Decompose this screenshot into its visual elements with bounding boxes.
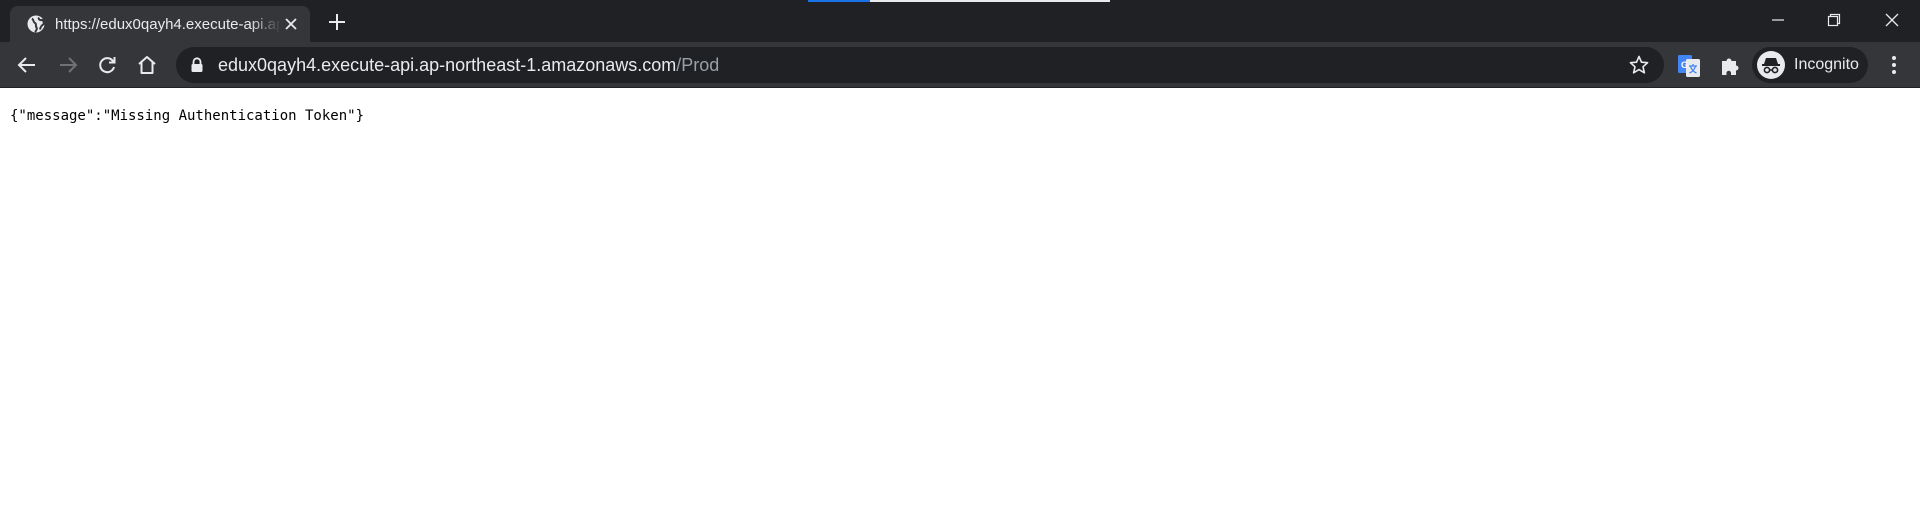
close-icon[interactable] bbox=[282, 15, 300, 33]
url-host: edux0qayh4.execute-api.ap-northeast-1.am… bbox=[218, 55, 677, 75]
home-button[interactable] bbox=[132, 50, 162, 80]
star-icon[interactable] bbox=[1628, 54, 1650, 76]
google-translate-icon[interactable]: G bbox=[1677, 54, 1701, 78]
restore-icon bbox=[1827, 13, 1841, 27]
json-response-body: {"message":"Missing Authentication Token… bbox=[10, 108, 365, 124]
minimize-icon bbox=[1772, 19, 1784, 21]
globe-icon bbox=[26, 14, 46, 34]
incognito-icon bbox=[1757, 51, 1785, 79]
forward-button[interactable] bbox=[53, 50, 83, 80]
minimize-button[interactable] bbox=[1750, 0, 1806, 40]
arrow-right-icon bbox=[60, 57, 78, 73]
reload-icon bbox=[99, 57, 116, 74]
kebab-menu-icon[interactable] bbox=[1880, 51, 1908, 79]
close-icon bbox=[1885, 13, 1899, 27]
arrow-left-icon bbox=[17, 57, 35, 73]
restore-button[interactable] bbox=[1806, 0, 1862, 40]
puzzle-icon[interactable] bbox=[1718, 54, 1742, 78]
new-tab-button[interactable] bbox=[324, 9, 350, 35]
plus-icon bbox=[329, 14, 345, 30]
drag-indicator bbox=[808, 0, 1110, 2]
back-button[interactable] bbox=[12, 50, 42, 80]
profile-incognito-button[interactable]: Incognito bbox=[1752, 47, 1868, 83]
tab-strip: https://edux0qayh4.execute-api.ap-northe… bbox=[0, 0, 1920, 42]
tab-active[interactable]: https://edux0qayh4.execute-api.ap-northe… bbox=[10, 6, 310, 42]
url-text[interactable]: edux0qayh4.execute-api.ap-northeast-1.am… bbox=[218, 55, 719, 75]
lock-icon[interactable] bbox=[190, 57, 204, 73]
page-content: {"message":"Missing Authentication Token… bbox=[0, 89, 1920, 513]
reload-button[interactable] bbox=[92, 50, 122, 80]
svg-text:G: G bbox=[1681, 60, 1688, 70]
tab-title: https://edux0qayh4.execute-api.ap-northe… bbox=[55, 16, 281, 33]
home-icon bbox=[138, 56, 156, 74]
browser-toolbar: edux0qayh4.execute-api.ap-northeast-1.am… bbox=[0, 42, 1920, 88]
address-bar[interactable]: edux0qayh4.execute-api.ap-northeast-1.am… bbox=[176, 47, 1664, 83]
url-path: /Prod bbox=[676, 55, 720, 75]
window-close-button[interactable] bbox=[1864, 0, 1920, 40]
profile-label: Incognito bbox=[1794, 56, 1859, 73]
